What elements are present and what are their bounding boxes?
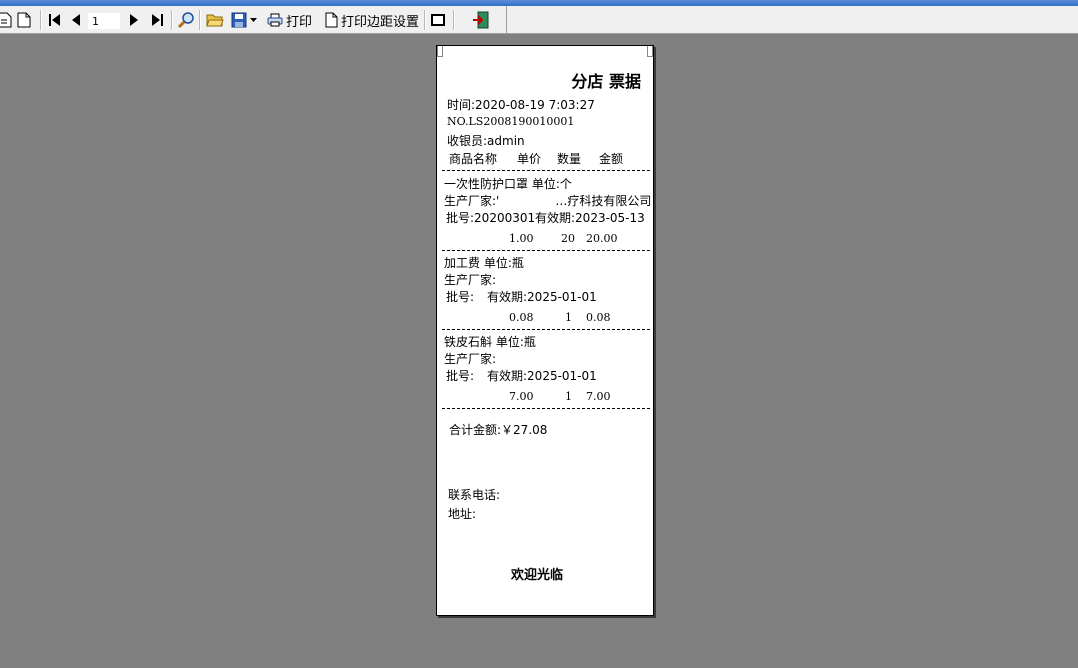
item-name-unit: 铁皮石斛 单位:瓶 — [444, 335, 536, 349]
header-product-name: 商品名称 — [449, 152, 498, 166]
receipt-time: 时间:2020-08-19 7:03:27 — [447, 98, 595, 112]
page-icon — [325, 12, 338, 28]
print-label: 打印 — [286, 14, 313, 30]
item-expiry: 有效期:2023-05-13 — [535, 211, 645, 225]
print-margin-settings-label: 打印边距设置 — [341, 14, 420, 30]
toolbar-separator — [171, 10, 173, 30]
exit-icon[interactable] — [472, 10, 490, 30]
next-page-icon[interactable] — [128, 10, 140, 30]
header-unit-price: 单价 — [517, 152, 542, 166]
item-amount: 7.00 — [586, 390, 611, 403]
single-page-view-icon[interactable] — [431, 10, 445, 30]
receipt-number: NO.LS2008190010001 — [447, 115, 575, 128]
item-expiry: 有效期:2025-01-01 — [487, 290, 597, 304]
previous-page-icon[interactable] — [70, 10, 82, 30]
divider — [442, 329, 650, 330]
new-page-icon[interactable] — [17, 10, 31, 30]
print-margin-settings-button[interactable]: 打印边距设置 — [325, 10, 419, 30]
page-setup-icon[interactable] — [0, 10, 12, 30]
item-name-unit: 一次性防护口罩 单位:个 — [444, 177, 572, 191]
item-manufacturer: 生产厂家:' …疗科技有限公司 — [444, 194, 652, 208]
receipt-page: 分店 票据 时间:2020-08-19 7:03:27 NO.LS2008190… — [436, 45, 654, 616]
receipt-cashier: 收银员:admin — [447, 134, 525, 148]
receipt-total: 合计金额:￥27.08 — [449, 423, 548, 437]
item-manufacturer: 生产厂家: — [444, 273, 497, 287]
save-dropdown-icon[interactable] — [250, 10, 257, 30]
page-number-input[interactable]: 1 — [88, 13, 120, 29]
last-page-icon[interactable] — [150, 10, 164, 30]
item-price: 7.00 — [509, 390, 534, 403]
zoom-icon[interactable] — [177, 10, 195, 30]
receipt-phone: 联系电话: — [448, 488, 501, 502]
first-page-icon[interactable] — [48, 10, 62, 30]
divider — [442, 250, 650, 251]
item-qty: 1 — [565, 311, 572, 324]
print-button[interactable]: 打印 — [267, 10, 312, 30]
receipt-title: 分店 票据 — [571, 72, 641, 91]
printer-icon — [267, 13, 283, 27]
receipt-welcome: 欢迎光临 — [511, 568, 564, 583]
page-corner-mark — [647, 46, 653, 57]
item-manufacturer: 生产厂家: — [444, 352, 497, 366]
header-amount: 金额 — [599, 152, 624, 166]
open-folder-icon[interactable] — [206, 10, 224, 30]
page-corner-mark — [437, 46, 443, 57]
header-quantity: 数量 — [557, 152, 582, 166]
item-name-unit: 加工费 单位:瓶 — [444, 256, 524, 270]
toolbar-separator — [453, 10, 455, 30]
item-qty: 1 — [565, 390, 572, 403]
item-expiry: 有效期:2025-01-01 — [487, 369, 597, 383]
item-batch: 批号:20200301 — [446, 211, 536, 225]
item-price: 1.00 — [509, 232, 534, 245]
item-amount: 20.00 — [586, 232, 618, 245]
item-qty: 20 — [561, 232, 575, 245]
item-batch: 批号: — [446, 369, 475, 383]
save-icon[interactable] — [231, 10, 247, 30]
toolbar-separator — [424, 10, 426, 30]
divider — [442, 408, 650, 409]
item-batch: 批号: — [446, 290, 475, 304]
item-amount: 0.08 — [586, 311, 611, 324]
toolbar-separator — [199, 10, 201, 30]
item-price: 0.08 — [509, 311, 534, 324]
preview-toolbar: 1 打印 打印边距设置 — [0, 6, 1078, 34]
toolbar-separator — [40, 10, 42, 30]
receipt-address: 地址: — [448, 507, 477, 521]
divider — [442, 170, 650, 171]
toolbar-edge — [506, 6, 507, 33]
